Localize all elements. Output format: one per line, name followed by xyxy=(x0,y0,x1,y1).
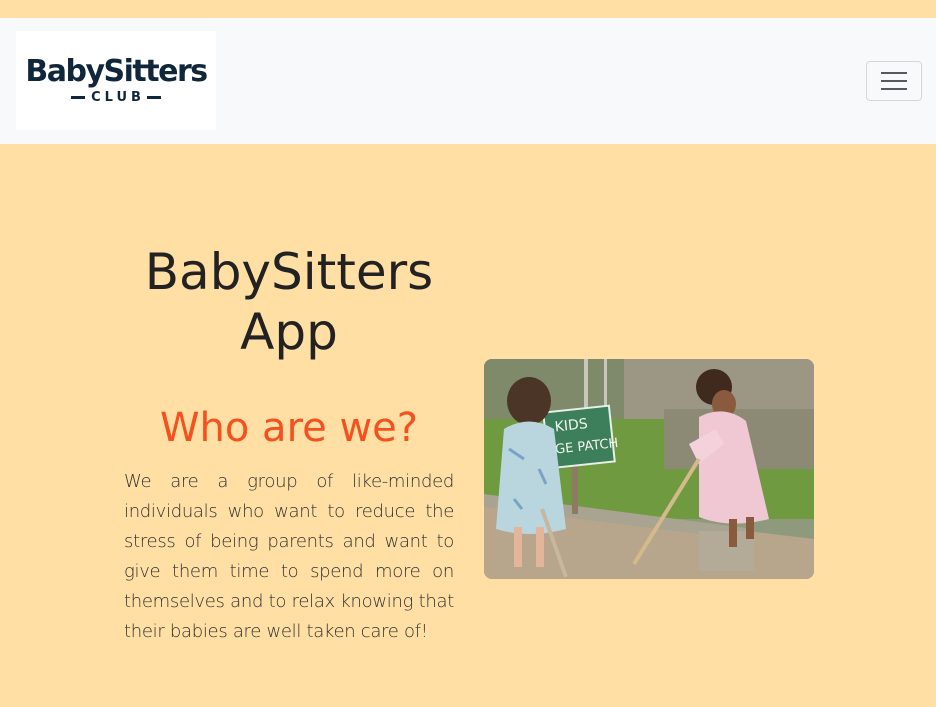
hamburger-icon-line-2 xyxy=(881,80,907,82)
about-heading: Who are we? xyxy=(159,405,419,451)
logo-club-text: CLUB xyxy=(91,90,145,105)
hero-title: BabySitters App xyxy=(144,243,434,361)
navbar: BabySitters CLUB xyxy=(0,18,936,144)
about-text: We are a group of like-minded individual… xyxy=(124,471,454,642)
logo-bar-left xyxy=(71,96,86,99)
top-strip xyxy=(0,0,936,18)
logo-wordmark: BabySitters xyxy=(25,54,208,89)
menu-toggle-button[interactable] xyxy=(866,61,922,101)
kids-garden-photo: KIDS GE PATCH xyxy=(484,359,814,579)
logo-bar-right xyxy=(146,96,161,99)
hamburger-icon-line-1 xyxy=(881,72,907,74)
brand-logo[interactable]: BabySitters CLUB xyxy=(16,31,216,130)
logo-club-line: CLUB xyxy=(65,90,167,105)
hamburger-icon-line-3 xyxy=(881,88,907,90)
